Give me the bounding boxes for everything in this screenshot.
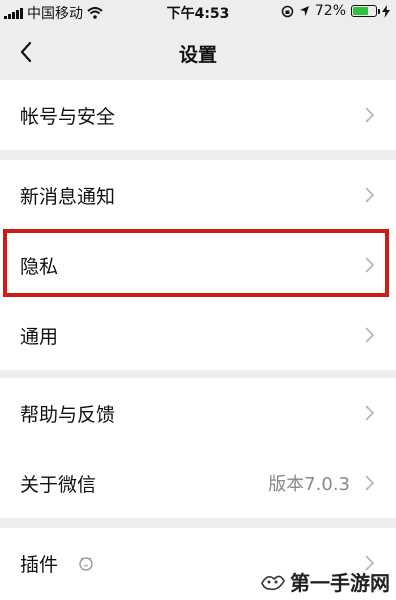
settings-item-general[interactable]: 通用 — [0, 300, 396, 370]
settings-item-label: 通用 — [20, 325, 59, 348]
nav-bar: 设置 — [0, 26, 396, 78]
chevron-right-icon — [365, 475, 374, 491]
chevron-right-icon — [365, 187, 374, 203]
settings-item-help-feedback[interactable]: 帮助与反馈 — [0, 378, 396, 448]
chevron-right-icon — [365, 107, 374, 123]
settings-item-label: 插件 — [20, 553, 59, 576]
settings-item-label: 新消息通知 — [20, 185, 116, 208]
settings-group-general: 新消息通知 隐私 通用 — [0, 160, 396, 370]
plugin-icon — [79, 557, 93, 571]
battery-icon — [351, 5, 380, 17]
settings-item-account-security[interactable]: 帐号与安全 — [0, 80, 396, 150]
chevron-right-icon — [365, 405, 374, 421]
orientation-lock-icon — [281, 5, 294, 17]
settings-item-label: 帮助与反馈 — [20, 403, 116, 426]
page-title: 设置 — [178, 44, 217, 66]
settings-item-label: 关于微信 — [20, 473, 97, 496]
settings-item-privacy[interactable]: 隐私 — [0, 230, 396, 300]
settings-item-notifications[interactable]: 新消息通知 — [0, 160, 396, 230]
settings-group-account: 帐号与安全 — [0, 80, 396, 150]
settings-item-plugins[interactable]: 插件 — [0, 528, 396, 598]
battery-fill — [353, 7, 368, 15]
location-icon — [299, 6, 309, 16]
settings-group-plugins: 插件 — [0, 528, 396, 600]
chevron-right-icon — [365, 327, 374, 343]
settings-item-about[interactable]: 关于微信 版本7.0.3 — [0, 448, 396, 518]
version-value: 版本7.0.3 — [268, 474, 350, 495]
status-bar: 中国移动 下午4:53 72% — [0, 0, 396, 26]
settings-item-label: 帐号与安全 — [20, 105, 116, 128]
chevron-right-icon — [365, 257, 374, 273]
status-right: 72% — [281, 3, 390, 19]
settings-item-label: 隐私 — [20, 255, 59, 278]
battery-percent: 72% — [314, 3, 346, 19]
charging-icon — [382, 4, 390, 18]
chevron-right-icon — [365, 555, 374, 571]
settings-group-help: 帮助与反馈 关于微信 版本7.0.3 — [0, 378, 396, 518]
